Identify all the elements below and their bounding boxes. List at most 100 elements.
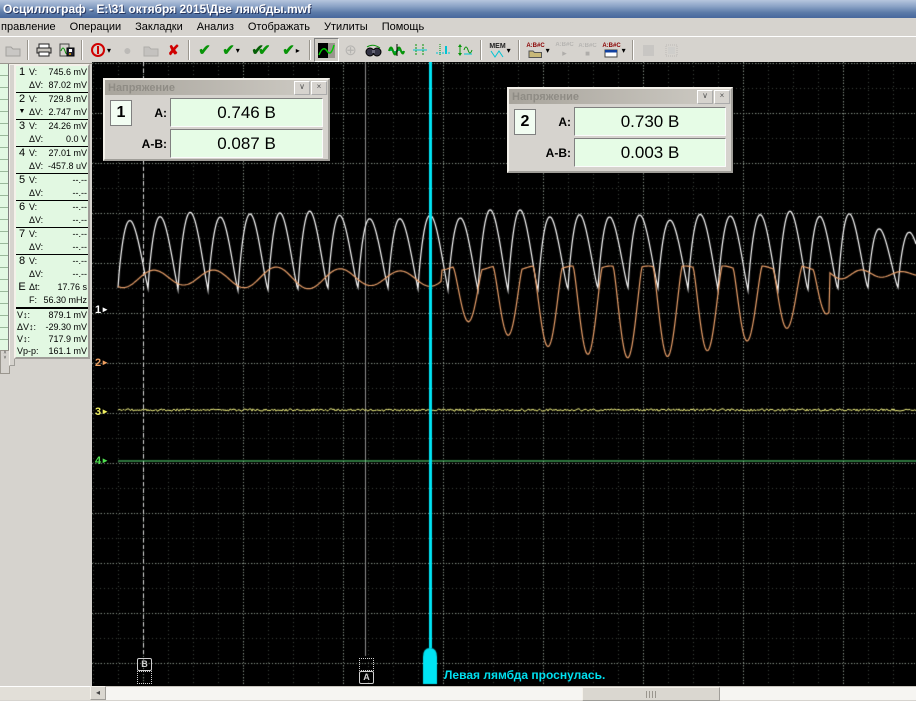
accept-all-button[interactable]: ✔✔ [246,39,276,61]
menu-item-1[interactable]: Операции [63,19,128,35]
channel-v-line: V:27.01 mV [28,147,88,160]
play-icon: ▸ [562,48,567,59]
channel-values: V:--.--ΔV:--.-- [28,201,88,227]
script-stop-button[interactable]: A:B#C■ [576,39,599,61]
mem-label: MEM [489,43,505,50]
check-icon: ✔ [198,43,211,58]
signal-zoom-button[interactable] [385,39,408,61]
channel-v-line: V:--.-- [28,255,88,268]
channel-row[interactable]: 6V:--.--ΔV:--.-- [16,201,88,228]
stat-row: V↕:879.1 mV [16,309,88,321]
close-button[interactable]: × [311,81,327,95]
channel-row[interactable]: 8V:--.--ΔV:--.-- [16,255,88,281]
channel-dv-line: ΔV:2.747 mV [28,106,88,119]
marker-arrow-icon: ► [101,456,109,465]
script-window-button[interactable]: A:B#C ▾ [599,39,629,61]
channel-marker-1[interactable]: 1► [95,303,109,317]
menu-item-3[interactable]: Анализ [190,19,241,35]
web-button[interactable]: ⊕ [339,39,362,61]
menu-item-6[interactable]: Помощь [375,19,432,35]
cursor-b-tag[interactable]: B [137,658,152,671]
channel-v-line: V:729.8 mV [28,93,88,106]
script-run-button[interactable]: A:B#C▸ [553,39,576,61]
channel-marker-4[interactable]: 4► [95,454,109,468]
channel-dv-line: ΔV:--.-- [28,268,88,281]
accept-next-button[interactable]: ✔▸ [276,39,306,61]
toolbar-separator [309,40,311,60]
snapshot-button[interactable] [139,39,162,61]
ab-label: A-B: [539,138,571,167]
toolbar-separator [27,40,29,60]
channel-marker-2[interactable]: 2► [95,356,109,370]
channel-number: 3 [16,120,28,146]
channel-row[interactable]: 5V:--.--ΔV:--.-- [16,174,88,201]
stat-row: V↕:717.9 mV [16,333,88,345]
panel-dotted-button[interactable] [660,39,683,61]
time-row-id: E [16,281,28,294]
channel-marker-3[interactable]: 3► [95,405,109,419]
channel-values: V:27.01 mVΔV:-457.8 uV [28,147,88,173]
memory-wave-icon [490,50,504,58]
window-title: Осциллограф - E:\31 октября 2015\Две лям… [3,2,311,16]
channel-row[interactable]: 2▼V:729.8 mVΔV:2.747 mV [16,93,88,120]
channel-dv-line: ΔV:-457.8 uV [28,160,88,173]
channel-v-line: V:--.-- [28,174,88,187]
voltage-panel-2[interactable]: Напряжение ∨ × 2 A: 0.730 В A-B: 0.003 В [507,87,733,173]
time-row[interactable]: E Δt:17.76 s F:56.30 mHz [16,281,88,308]
marker-arrow-icon: ► [101,305,109,314]
cursor-a-tag[interactable]: A [359,671,374,684]
window-title-bar[interactable]: Осциллограф - E:\31 октября 2015\Две лям… [0,0,916,18]
voltage-panel-1-titlebar[interactable]: Напряжение ∨ × [105,80,328,95]
cursor-b-slot[interactable] [137,671,152,684]
memory-waveform-button[interactable]: MEM ▾ [485,39,515,61]
cursors-button[interactable] [408,39,431,61]
check-icon: ✔ [282,43,295,58]
vertical-scale-button[interactable] [454,39,477,61]
a-label: A: [539,107,571,136]
channel-number-badge: 2 [514,109,536,135]
channel-number: 2▼ [16,93,28,119]
freq-value: 56.30 mHz [43,294,87,307]
accept-menu-button[interactable]: ✔▾ [216,39,246,61]
print-button[interactable] [32,39,55,61]
channel-number: 1 [16,66,28,92]
a-value: 0.730 В [574,107,726,136]
accept-button[interactable]: ✔ [193,39,216,61]
channel-row[interactable]: 7V:--.--ΔV:--.-- [16,228,88,255]
channel-row[interactable]: 4V:27.01 mVΔV:-457.8 uV [16,147,88,174]
voltage-panel-1[interactable]: Напряжение ∨ × 1 A: 0.746 В A-B: 0.087 В [103,78,330,161]
cursor-a-slot[interactable] [359,658,374,671]
dropdown-arrow-icon: ▾ [236,46,240,55]
panel-solid-button[interactable] [637,39,660,61]
delete-marks-button[interactable]: ✘ [162,39,185,61]
scrollbar-thumb[interactable] [582,687,720,701]
dropdown-arrow-icon: ▾ [546,46,550,55]
open-file-button[interactable] [1,39,24,61]
dropdown-arrow-icon: ▾ [507,46,511,55]
menu-item-4[interactable]: Отображать [241,19,317,35]
close-button[interactable]: × [714,90,730,104]
script-open-button[interactable]: A:B#C ▾ [523,39,553,61]
search-button[interactable] [362,39,385,61]
scrollbar-track[interactable] [106,686,916,700]
collapse-button[interactable]: ∨ [697,90,713,104]
voltage-panel-2-titlebar[interactable]: Напряжение ∨ × [509,89,731,104]
channel-number: 7 [16,228,28,254]
channel-row[interactable]: 3V:24.26 mVΔV:0.0 V [16,120,88,147]
stop-acquisition-button[interactable]: ▾ [86,39,116,61]
record-button[interactable]: ● [116,39,139,61]
menu-item-5[interactable]: Утилиты [317,19,375,35]
channel-row[interactable]: 1V:745.6 mVΔV:87.02 mV [16,66,88,93]
main-area: ˄˅ 1V:745.6 mVΔV:87.02 mV2▼V:729.8 mVΔV:… [0,62,916,686]
scroll-left-button[interactable]: ◂ [90,686,106,700]
menu-item-2[interactable]: Закладки [128,19,190,35]
preview-mode-button[interactable] [314,38,339,62]
markers-button[interactable] [431,39,454,61]
channel-v-line: V:--.-- [28,228,88,241]
toolbar: ▾ ● ✘ ✔ ✔▾ ✔✔ ✔▸ ⊕ MEM [0,36,916,64]
menu-item-0[interactable]: правление [0,19,63,35]
collapse-button[interactable]: ∨ [294,81,310,95]
panel-title: Напряжение [105,82,294,94]
delete-icon: ✘ [168,43,180,57]
save-oscillogram-button[interactable] [55,39,78,61]
